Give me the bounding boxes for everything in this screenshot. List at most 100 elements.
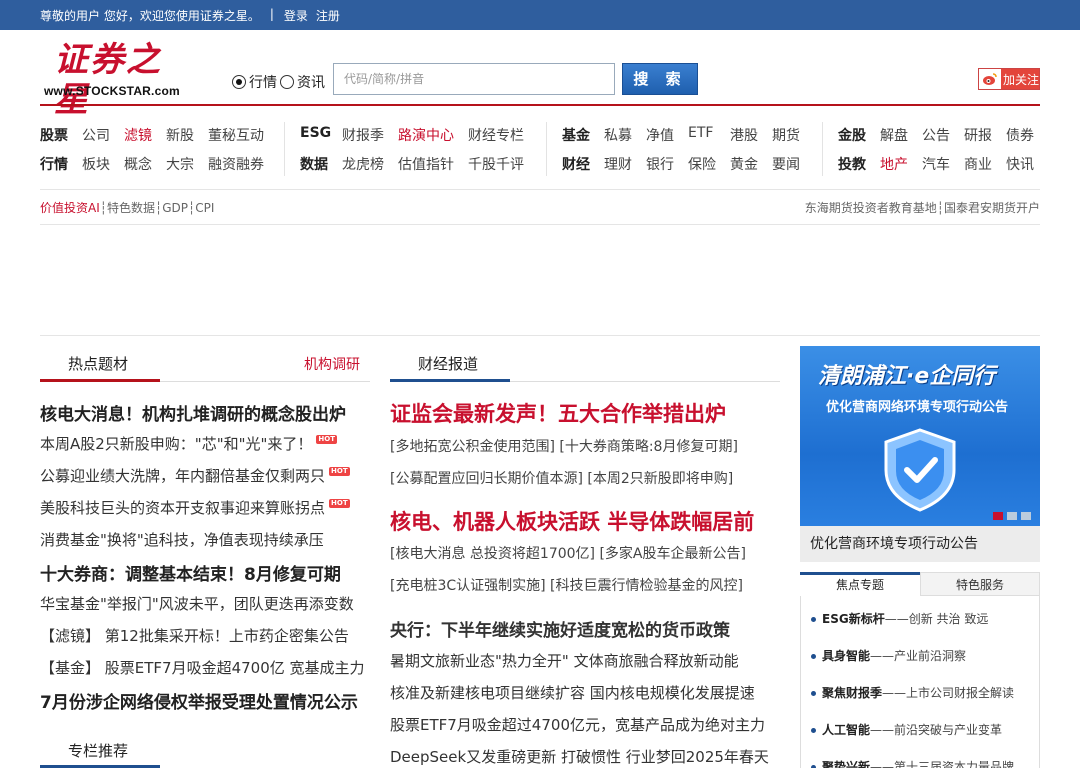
radio-quotes[interactable]	[232, 75, 246, 89]
related-links[interactable]: [核电大消息 总投资将超1700亿] [多家A股车企最新公告]	[390, 543, 746, 563]
list-item[interactable]: 【基金】 股票ETF7月吸金超4700亿 宽基成主力	[40, 657, 365, 678]
nav-item[interactable]: 要闻	[772, 154, 800, 174]
tab-active-indicator	[40, 379, 160, 382]
nav-item[interactable]: 概念	[124, 154, 152, 174]
bullet-icon	[811, 728, 816, 733]
search-button[interactable]: 搜 索	[622, 63, 698, 95]
nav-item[interactable]: 保险	[688, 154, 716, 174]
list-item[interactable]: 本周A股2只新股申购："芯"和"光"来了！ HOT	[40, 433, 337, 454]
nav-item[interactable]: 银行	[646, 154, 674, 174]
promo-banner[interactable]: 清朗浦江·e企同行 优化营商网络环境专项行动公告	[800, 346, 1040, 526]
nav-item[interactable]: ETF	[688, 125, 713, 141]
headline[interactable]: 7月份涉企网络侵权举报受理处置情况公示	[40, 688, 358, 713]
nav-item[interactable]: 解盘	[880, 125, 908, 145]
tab-hot-topics[interactable]: 热点题材	[68, 353, 128, 374]
focus-item[interactable]: 具身智能——产业前沿洞察	[811, 647, 966, 664]
nav-item[interactable]: ESG	[300, 125, 331, 141]
top-bar: 尊敬的用户 您好，欢迎您使用证券之星。 | 登录 注册	[0, 0, 1080, 30]
nav-item[interactable]: 公告	[922, 125, 950, 145]
right-tabs: 焦点专题 特色服务	[800, 572, 1040, 596]
focus-item[interactable]: ESG新标杆——创新 共治 致远	[811, 610, 988, 627]
carousel-dot[interactable]	[1021, 512, 1031, 520]
headline[interactable]: 十大券商：调整基本结束！8月修复可期	[40, 560, 341, 585]
list-item[interactable]: 公募迎业绩大洗牌，年内翻倍基金仅剩两只 HOT	[40, 465, 350, 486]
nav-item[interactable]: 净值	[646, 125, 674, 145]
nav-item[interactable]: 财经专栏	[468, 125, 524, 145]
nav-item[interactable]: 汽车	[922, 154, 950, 174]
partner-link[interactable]: 东海期货投资者教育基地	[805, 201, 937, 215]
banner-caption[interactable]: 优化营商环境专项行动公告	[800, 526, 1040, 562]
tab-column-recommend[interactable]: 专栏推荐	[68, 740, 128, 761]
lead-headline[interactable]: 证监会最新发声！五大合作举措出炉	[390, 398, 726, 428]
nav-item[interactable]: 财经	[562, 157, 590, 173]
feature-link[interactable]: 特色数据	[107, 201, 155, 215]
nav-item[interactable]: 地产	[880, 154, 908, 174]
nav-item[interactable]: 期货	[772, 125, 800, 145]
list-item[interactable]: 华宝基金"举报门"风波未平，团队更迭再添变数	[40, 593, 354, 614]
nav-item[interactable]: 行情	[40, 157, 68, 173]
nav-item[interactable]: 基金	[562, 128, 590, 144]
radio-news[interactable]	[280, 75, 294, 89]
list-item[interactable]: DeepSeek又发重磅更新 打破惯性 行业梦回2025年春天	[390, 746, 769, 767]
related-links[interactable]: [公募配置应回归长期价值本源] [本周2只新股即将申购]	[390, 468, 733, 488]
carousel-dot[interactable]	[993, 512, 1003, 520]
weibo-follow-button[interactable]: 加关注	[978, 68, 1040, 90]
nav-item[interactable]: 大宗	[166, 154, 194, 174]
feature-link[interactable]: GDP	[162, 201, 188, 215]
radio-news-label[interactable]: 资讯	[297, 72, 325, 92]
nav-item[interactable]: 黄金	[730, 154, 758, 174]
tab-featured-services[interactable]: 特色服务	[920, 572, 1040, 596]
nav-item[interactable]: 财报季	[342, 125, 384, 145]
feature-link[interactable]: CPI	[195, 201, 214, 215]
nav-item[interactable]: 千股千评	[468, 154, 524, 174]
lead-headline[interactable]: 核电、机器人板块活跃 半导体跌幅居前	[390, 506, 754, 536]
search-type-radio: 行情 资讯	[232, 72, 328, 92]
carousel-dot[interactable]	[1007, 512, 1017, 520]
related-links[interactable]: [多地拓宽公积金使用范围] [十大券商策略:8月修复可期]	[390, 436, 738, 456]
headline[interactable]: 央行：下半年继续实施好适度宽松的货币政策	[390, 616, 730, 641]
nav-item[interactable]: 公司	[82, 125, 110, 145]
list-item[interactable]: 【滤镜】 第12批集采开标！上市药企密集公告	[40, 625, 349, 646]
nav-item[interactable]: 股票	[40, 128, 68, 144]
register-link[interactable]: 注册	[316, 7, 340, 24]
search-input[interactable]: 代码/简称/拼音	[333, 63, 615, 95]
nav-item[interactable]: 滤镜	[124, 125, 152, 145]
nav-item[interactable]: 研报	[964, 125, 992, 145]
nav-item[interactable]: 港股	[730, 125, 758, 145]
focus-item[interactable]: 人工智能——前沿突破与产业变革	[811, 721, 1002, 738]
tab-focus-topics[interactable]: 焦点专题	[800, 572, 920, 596]
tab-institution-research[interactable]: 机构调研	[304, 354, 360, 374]
list-item[interactable]: 暑期文旅新业态"热力全开" 文体商旅融合释放新动能	[390, 650, 739, 671]
nav-item[interactable]: 板块	[82, 154, 110, 174]
weibo-icon	[979, 69, 1001, 89]
nav-item[interactable]: 债券	[1006, 125, 1034, 145]
nav-item[interactable]: 龙虎榜	[342, 154, 384, 174]
nav-item[interactable]: 融资融券	[208, 154, 264, 174]
nav-item[interactable]: 数据	[300, 157, 328, 173]
headline[interactable]: 核电大消息！机构扎堆调研的概念股出炉	[40, 400, 346, 425]
nav-item[interactable]: 投教	[838, 157, 866, 173]
nav-item[interactable]: 快讯	[1006, 154, 1034, 174]
nav-item[interactable]: 金股	[838, 128, 866, 144]
focus-item[interactable]: 聚焦财报季——上市公司财报全解读	[811, 684, 1014, 701]
nav-item[interactable]: 私募	[604, 125, 632, 145]
tab-finance-report[interactable]: 财经报道	[418, 353, 478, 374]
list-item[interactable]: 核准及新建核电项目继续扩容 国内核电规模化发展提速	[390, 682, 755, 703]
feature-link[interactable]: 价值投资AI	[40, 201, 100, 215]
shield-icon	[884, 428, 956, 512]
related-links[interactable]: [充电桩3C认证强制实施] [科技巨震行情检验基金的风控]	[390, 575, 743, 595]
partner-link[interactable]: 国泰君安期货开户	[944, 201, 1040, 215]
nav-item[interactable]: 估值指针	[398, 154, 454, 174]
nav-item[interactable]: 新股	[166, 125, 194, 145]
list-item[interactable]: 股票ETF7月吸金超过4700亿元，宽基产品成为绝对主力	[390, 714, 765, 735]
nav-item[interactable]: 路演中心	[398, 125, 454, 145]
focus-item[interactable]: 聚势兴新——第十三届资本力量品牌	[811, 758, 1014, 768]
list-item[interactable]: 美股科技巨头的资本开支叙事迎来算账拐点 HOT	[40, 497, 350, 518]
nav-item[interactable]: 商业	[964, 154, 992, 174]
login-link[interactable]: 登录	[284, 7, 308, 24]
site-logo[interactable]: 证券之星 www.STOCKSTAR.com	[44, 40, 196, 120]
radio-quotes-label[interactable]: 行情	[249, 72, 277, 92]
nav-item[interactable]: 理财	[604, 154, 632, 174]
list-item[interactable]: 消费基金"换将"追科技，净值表现持续承压	[40, 529, 324, 550]
nav-item[interactable]: 董秘互动	[208, 125, 264, 145]
